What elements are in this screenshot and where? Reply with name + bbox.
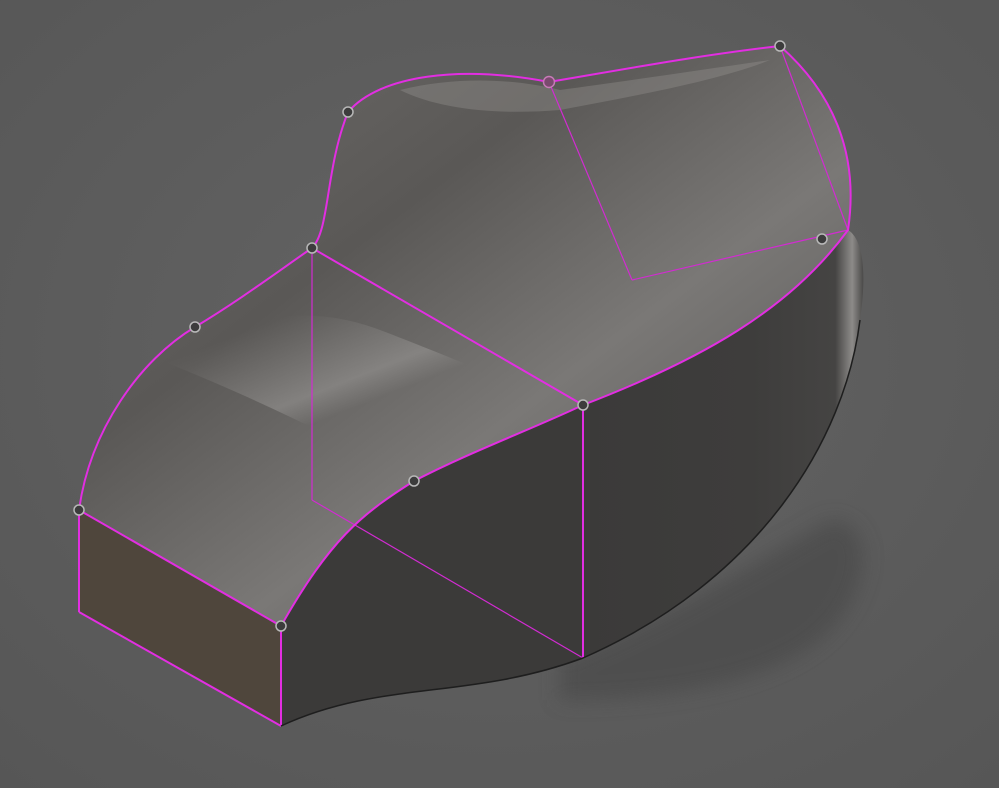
vertex-3[interactable] <box>306 242 318 254</box>
vertex-6[interactable] <box>774 40 786 52</box>
vertex-9[interactable] <box>408 475 420 487</box>
vertex-8[interactable] <box>577 399 589 411</box>
vertex-active[interactable] <box>542 75 556 89</box>
viewport-canvas[interactable] <box>0 0 999 788</box>
vertex-7[interactable] <box>816 233 828 245</box>
3d-viewport[interactable] <box>0 0 999 788</box>
vertex-1[interactable] <box>73 504 85 516</box>
vertex-2[interactable] <box>189 321 201 333</box>
vertex-10[interactable] <box>275 620 287 632</box>
vertex-4[interactable] <box>342 106 354 118</box>
